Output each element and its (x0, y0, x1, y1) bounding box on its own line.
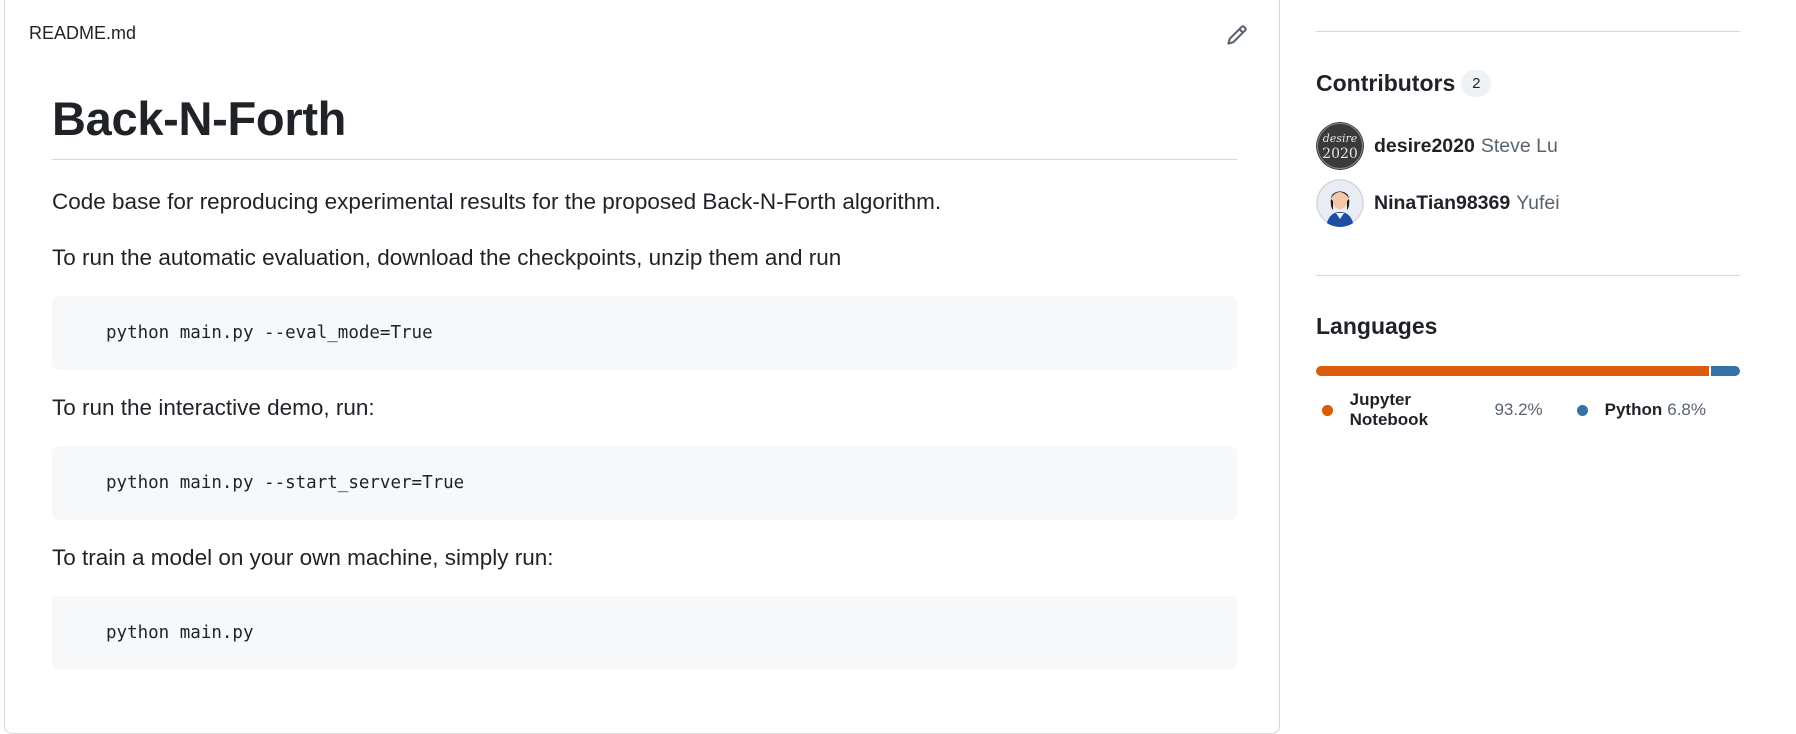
contributor-name: Yufei (1516, 191, 1560, 214)
eval-intro-text: To run the automatic evaluation, downloa… (52, 245, 842, 270)
contributor-login[interactable]: NinaTian98369 (1374, 192, 1510, 215)
readme-header: README.md (5, 0, 1279, 75)
languages-heading: Languages (1316, 313, 1437, 340)
repo-sidebar: Contributors 2 desire 2020 desire2020 Ste… (1316, 0, 1740, 719)
description-text: Code base for reproducing experimental r… (52, 189, 942, 214)
sidebar-divider (1316, 31, 1740, 32)
contributor-avatar-ninatian98369 (1316, 179, 1364, 227)
contributor-login[interactable]: desire2020 (1374, 135, 1475, 158)
train-command: python main.py (106, 623, 254, 643)
contributor-item[interactable]: desire 2020 desire2020 Steve Lu (1316, 122, 1558, 170)
language-color-dot (1322, 404, 1333, 416)
readme-filename[interactable]: README.md (29, 23, 136, 44)
edit-file-button[interactable] (1223, 21, 1251, 49)
readme-panel: README.md Back-N-Forth Code base for rep… (4, 0, 1280, 734)
language-percent: 6.8% (1667, 400, 1706, 419)
languages-bar (1316, 366, 1740, 376)
language-bar-segment[interactable] (1711, 366, 1740, 376)
contributor-avatar-desire2020: desire 2020 (1316, 122, 1364, 170)
avatar[interactable] (1316, 179, 1364, 227)
contributors-heading[interactable]: Contributors 2 (1316, 70, 1492, 97)
language-item[interactable]: Python 6.8% (1576, 400, 1706, 420)
language-name: Jupyter Notebook (1349, 390, 1429, 429)
contributors-title: Contributors (1316, 70, 1456, 96)
languages-title: Languages (1316, 313, 1438, 339)
avatar[interactable]: desire 2020 (1316, 122, 1364, 170)
eval-code-block[interactable]: python main.py --eval_mode=True (52, 296, 1237, 370)
languages-list: Jupyter Notebook 93.2% Python 6.8% (1322, 390, 1740, 430)
demo-code-block[interactable]: python main.py --start_server=True (52, 446, 1237, 520)
eval-command: python main.py --eval_mode=True (106, 323, 433, 343)
readme-title: Back-N-Forth (52, 91, 1237, 160)
demo-command: python main.py --start_server=True (106, 473, 465, 493)
contributor-item[interactable]: NinaTian98369 Yufei (1316, 179, 1560, 227)
language-bar-segment[interactable] (1316, 366, 1710, 376)
sidebar-divider (1316, 275, 1740, 276)
language-item[interactable]: Jupyter Notebook 93.2% (1322, 390, 1543, 430)
demo-intro-text: To run the interactive demo, run: (52, 395, 375, 420)
readme-body: Back-N-Forth Code base for reproducing e… (52, 91, 1237, 670)
contributor-name: Steve Lu (1480, 134, 1558, 157)
train-intro-text: To train a model on your own machine, si… (52, 545, 554, 570)
svg-text:desire: desire (1323, 132, 1358, 145)
train-code-block[interactable]: python main.py (52, 596, 1237, 670)
pencil-icon (1227, 25, 1247, 45)
language-color-dot (1576, 404, 1588, 416)
language-name: Python (1604, 400, 1663, 419)
language-percent: 93.2% (1494, 400, 1543, 419)
svg-text:2020: 2020 (1322, 146, 1358, 162)
contributors-count-badge: 2 (1461, 70, 1492, 97)
